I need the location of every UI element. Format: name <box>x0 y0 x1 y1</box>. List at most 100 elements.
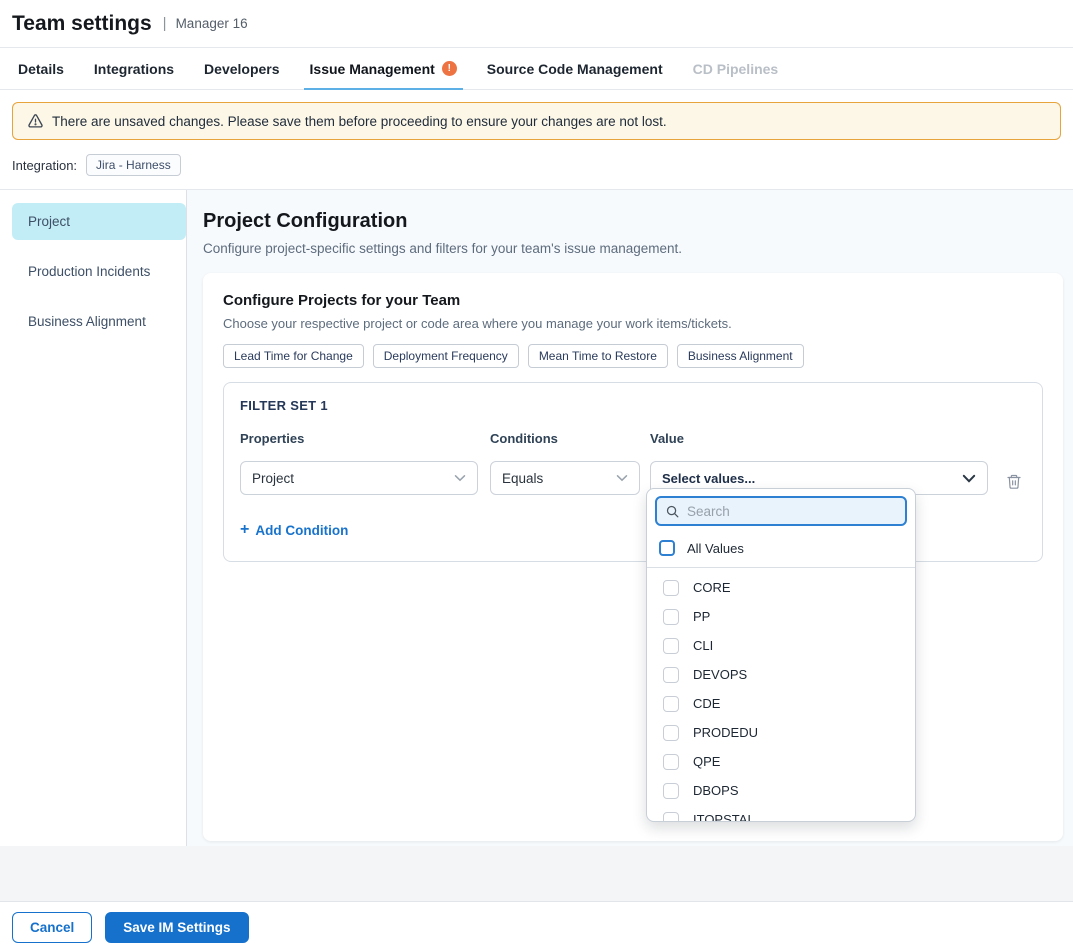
option-pp-label: PP <box>693 609 710 624</box>
all-values-label: All Values <box>687 541 744 556</box>
dropdown-search <box>655 496 907 526</box>
tab-cd-pipelines-label: CD Pipelines <box>693 61 779 77</box>
tab-integrations-label: Integrations <box>94 61 174 77</box>
filter-set-1: FILTER SET 1 Properties Project Conditio… <box>223 382 1043 562</box>
properties-label: Properties <box>240 431 478 446</box>
unsaved-alert-badge-icon: ! <box>442 61 457 76</box>
option-core-label: CORE <box>693 580 731 595</box>
option-dbops[interactable]: DBOPS <box>647 776 915 805</box>
value-dropdown: All Values CORE PP CLI DEVOPS CDE PRODED… <box>646 488 916 822</box>
option-qpe[interactable]: QPE <box>647 747 915 776</box>
bottom-strip <box>0 846 1073 901</box>
card-subtitle: Choose your respective project or code a… <box>223 316 1043 331</box>
sidebar-item-production-incidents[interactable]: Production Incidents <box>12 253 186 290</box>
checkbox-core[interactable] <box>663 580 679 596</box>
main-panel: Project Configuration Configure project-… <box>187 190 1073 846</box>
tab-cd-pipelines: CD Pipelines <box>693 48 779 89</box>
tab-developers-label: Developers <box>204 61 279 77</box>
option-cli[interactable]: CLI <box>647 631 915 660</box>
filter-row: Properties Project Conditions Equals <box>240 431 1026 495</box>
value-multiselect-placeholder: Select values... <box>662 471 755 486</box>
option-pp[interactable]: PP <box>647 602 915 631</box>
option-cde[interactable]: CDE <box>647 689 915 718</box>
section-subtitle: Configure project-specific settings and … <box>203 241 1063 256</box>
checkbox-dbops[interactable] <box>663 783 679 799</box>
cancel-button[interactable]: Cancel <box>12 912 92 943</box>
option-cli-label: CLI <box>693 638 713 653</box>
page-title: Team settings <box>12 12 152 36</box>
option-dbops-label: DBOPS <box>693 783 739 798</box>
configure-projects-card: Configure Projects for your Team Choose … <box>203 273 1063 841</box>
option-itopstai[interactable]: ITOPSTAI <box>647 805 915 822</box>
filter-set-title: FILTER SET 1 <box>240 398 1026 413</box>
tab-details-label: Details <box>18 61 64 77</box>
checkbox-all-values[interactable] <box>659 540 675 556</box>
section-title: Project Configuration <box>203 210 1063 233</box>
chevron-down-icon <box>962 474 976 483</box>
chip-lead-time-for-change[interactable]: Lead Time for Change <box>223 344 364 368</box>
tab-issue-management[interactable]: Issue Management ! <box>310 48 457 89</box>
option-prodedu-label: PRODEDU <box>693 725 758 740</box>
search-icon <box>665 504 680 519</box>
plus-icon: + <box>240 521 249 539</box>
add-condition-label: Add Condition <box>255 523 348 538</box>
search-input[interactable] <box>687 504 897 519</box>
tab-developers[interactable]: Developers <box>204 48 279 89</box>
chevron-down-icon <box>454 474 466 482</box>
option-prodedu[interactable]: PRODEDU <box>647 718 915 747</box>
save-im-settings-button[interactable]: Save IM Settings <box>105 912 248 943</box>
integration-row: Integration: Jira - Harness <box>0 152 1073 189</box>
option-cde-label: CDE <box>693 696 720 711</box>
sidebar-item-production-incidents-label: Production Incidents <box>28 264 150 279</box>
header: Team settings | Manager 16 <box>0 0 1073 48</box>
properties-select-value: Project <box>252 471 294 486</box>
checkbox-prodedu[interactable] <box>663 725 679 741</box>
option-itopstai-label: ITOPSTAI <box>693 812 751 822</box>
checkbox-devops[interactable] <box>663 667 679 683</box>
value-label: Value <box>650 431 988 446</box>
checkbox-pp[interactable] <box>663 609 679 625</box>
team-name-label: Manager 16 <box>176 16 248 31</box>
tab-source-code-management[interactable]: Source Code Management <box>487 48 663 89</box>
dropdown-options: CORE PP CLI DEVOPS CDE PRODEDU QPE DBOPS… <box>647 568 915 822</box>
chevron-down-icon <box>616 474 628 482</box>
checkbox-itopstai[interactable] <box>663 812 679 823</box>
trash-icon <box>1006 473 1022 490</box>
sidebar-item-project[interactable]: Project <box>12 203 186 240</box>
warning-triangle-icon <box>27 113 44 129</box>
all-values-option[interactable]: All Values <box>647 533 915 568</box>
sidebar-item-business-alignment-label: Business Alignment <box>28 314 146 329</box>
option-core[interactable]: CORE <box>647 573 915 602</box>
conditions-label: Conditions <box>490 431 640 446</box>
banner-zone: There are unsaved changes. Please save t… <box>0 102 1073 189</box>
option-qpe-label: QPE <box>693 754 720 769</box>
chip-mean-time-to-restore[interactable]: Mean Time to Restore <box>528 344 668 368</box>
page: Team settings | Manager 16 Details Integ… <box>0 0 1073 951</box>
settings-sidebar: Project Production Incidents Business Al… <box>0 190 187 846</box>
option-devops[interactable]: DEVOPS <box>647 660 915 689</box>
tab-integrations[interactable]: Integrations <box>94 48 174 89</box>
chip-deployment-frequency[interactable]: Deployment Frequency <box>373 344 519 368</box>
footer-action-bar: Cancel Save IM Settings <box>0 901 1073 951</box>
sidebar-item-project-label: Project <box>28 214 70 229</box>
metric-chips: Lead Time for Change Deployment Frequenc… <box>223 344 1043 368</box>
tab-source-code-management-label: Source Code Management <box>487 61 663 77</box>
tab-details[interactable]: Details <box>18 48 64 89</box>
chip-business-alignment[interactable]: Business Alignment <box>677 344 804 368</box>
properties-select[interactable]: Project <box>240 461 478 495</box>
delete-condition-button[interactable] <box>1006 473 1022 490</box>
integration-chip[interactable]: Jira - Harness <box>86 154 181 176</box>
sidebar-item-business-alignment[interactable]: Business Alignment <box>12 303 186 340</box>
tab-bar: Details Integrations Developers Issue Ma… <box>0 48 1073 90</box>
checkbox-cde[interactable] <box>663 696 679 712</box>
conditions-select[interactable]: Equals <box>490 461 640 495</box>
unsaved-changes-banner: There are unsaved changes. Please save t… <box>12 102 1061 140</box>
checkbox-qpe[interactable] <box>663 754 679 770</box>
card-title: Configure Projects for your Team <box>223 292 1043 309</box>
option-devops-label: DEVOPS <box>693 667 747 682</box>
banner-text: There are unsaved changes. Please save t… <box>52 114 667 129</box>
integration-label: Integration: <box>12 158 77 173</box>
conditions-select-value: Equals <box>502 471 543 486</box>
title-divider: | <box>163 15 167 32</box>
checkbox-cli[interactable] <box>663 638 679 654</box>
